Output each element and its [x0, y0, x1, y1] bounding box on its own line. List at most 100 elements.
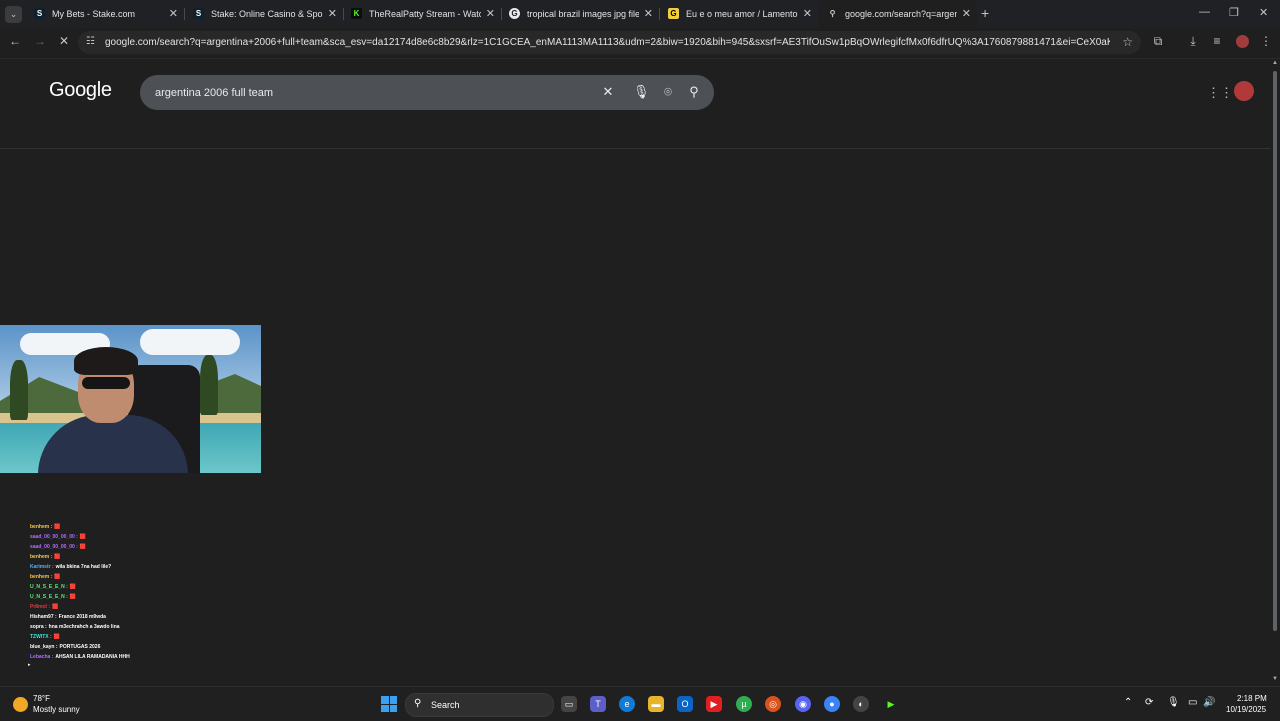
chat-cursor: ▸ — [28, 662, 31, 668]
chat-message: benhem : 🟥 — [30, 522, 250, 532]
search-input[interactable] — [153, 83, 587, 103]
account-avatar[interactable] — [1234, 81, 1254, 101]
forward-button[interactable]: → — [32, 34, 48, 48]
google-logo[interactable]: Google — [49, 79, 112, 102]
chat-username: Karimstr : — [30, 564, 54, 570]
google-favicon-icon: G — [509, 8, 520, 19]
chat-message: blue_kayn : PORTUGAS 2026 — [30, 642, 250, 652]
chat-text: 🟥 — [52, 604, 59, 610]
chat-message: U_N_S_E_E_N : 🟥 — [30, 592, 250, 602]
chat-username: benhem : — [30, 554, 53, 560]
stake-favicon-icon: S — [34, 8, 45, 19]
tab-title: My Bets - Stake.com — [52, 9, 136, 19]
tab-close-icon[interactable]: ✕ — [962, 7, 971, 20]
cloud — [140, 329, 240, 355]
stop-loading-button[interactable]: ✕ — [56, 34, 72, 48]
header-divider — [0, 148, 1270, 149]
streamer-sunglasses — [82, 377, 130, 389]
lens-search-icon[interactable]: ⌾ — [660, 84, 676, 100]
address-bar[interactable]: ☷ google.com/search?q=argentina+2006+ful… — [78, 31, 1141, 54]
tab-title: TheRealPatty Stream - Watch Li — [369, 9, 481, 19]
app-icon[interactable]: ◎ — [765, 696, 781, 712]
chat-text: PORTUGAS 2026 — [59, 644, 101, 650]
chat-text: wila bkina 7na had lile? — [55, 564, 112, 570]
chrome-icon[interactable]: ● — [824, 696, 840, 712]
chat-username: U_N_S_E_E_N : — [30, 594, 68, 600]
weather-temp[interactable]: 78°F — [33, 694, 50, 703]
taskbar-search[interactable]: ⚲ Search — [405, 693, 554, 717]
search-box[interactable]: ✕ 🎙 ⌾ ⚲ — [140, 75, 714, 110]
steam-icon[interactable]: ◐ — [853, 696, 869, 712]
tab-tropical-images[interactable]: G tropical brazil images jpg file - ✕ — [501, 0, 660, 28]
chat-username: blue_kayn : — [30, 644, 58, 650]
search-icon: ⚲ — [414, 698, 422, 709]
tab-close-icon[interactable]: ✕ — [644, 7, 653, 20]
search-icon[interactable]: ⚲ — [686, 84, 702, 100]
media-controls-icon[interactable]: ≡ — [1209, 34, 1225, 48]
utorrent-icon[interactable]: µ — [736, 696, 752, 712]
profile-avatar[interactable] — [1236, 35, 1249, 48]
weather-condition[interactable]: Mostly sunny — [33, 705, 80, 714]
download-icon[interactable]: ⤓ — [1185, 34, 1201, 49]
tab-search-chevron-icon[interactable]: ⌄ — [5, 6, 22, 23]
clock-date[interactable]: 10/19/2025 — [1226, 705, 1266, 714]
chat-username: saad_00_00_00_00 : — [30, 534, 78, 540]
chat-text: hna m3echrahch a 3awdo lina — [48, 624, 120, 630]
chat-text: 🟥 — [54, 574, 61, 580]
site-info-icon[interactable]: ☷ — [86, 36, 95, 47]
tab-stake-casino[interactable]: S Stake: Online Casino & Sports B ✕ — [185, 0, 344, 28]
show-hidden-icons-chevron-icon[interactable]: ⌃ — [1124, 697, 1132, 708]
scroll-down-icon[interactable]: ▼ — [1272, 676, 1278, 682]
scroll-up-icon[interactable]: ▲ — [1272, 60, 1278, 66]
chat-message: Lebacha : AHSAN LILA RAMADANIA HHH — [30, 652, 250, 662]
tab-title: Eu e o meu amor / Lamento do — [686, 9, 798, 19]
tab-kick-stream[interactable]: K TheRealPatty Stream - Watch Li ✕ — [343, 0, 502, 28]
bookmark-star-icon[interactable]: ☆ — [1122, 35, 1133, 49]
kick-app-icon[interactable]: ▶ — [883, 696, 899, 712]
tab-title: tropical brazil images jpg file - — [527, 9, 639, 19]
chat-message: benhem : 🟥 — [30, 552, 250, 562]
discord-icon[interactable]: ◉ — [795, 696, 811, 712]
tab-close-icon[interactable]: ✕ — [169, 7, 178, 20]
streamer-hair — [74, 347, 138, 375]
sun-weather-icon[interactable] — [13, 697, 28, 712]
tab-my-bets[interactable]: S My Bets - Stake.com ✕ — [26, 0, 185, 28]
clear-search-icon[interactable]: ✕ — [600, 84, 616, 100]
chat-message: Karimstr : wila bkina 7na had lile? — [30, 562, 250, 572]
teams-icon[interactable]: T — [590, 696, 606, 712]
microphone-icon[interactable]: 🎙 — [1167, 697, 1180, 708]
task-view-icon[interactable]: ▭ — [561, 696, 577, 712]
voice-search-icon[interactable]: 🎙 — [633, 84, 650, 100]
outlook-icon[interactable]: O — [677, 696, 693, 712]
network-icon[interactable]: ▭ — [1188, 697, 1197, 708]
new-tab-button[interactable]: + — [981, 5, 989, 21]
sync-icon[interactable]: ⟳ — [1145, 697, 1153, 708]
clock-time[interactable]: 2:18 PM — [1237, 694, 1267, 703]
page-scrollbar[interactable]: ▲ ▼ — [1270, 59, 1280, 686]
menu-kebab-icon[interactable]: ⋮ — [1258, 34, 1274, 48]
kick-favicon-icon: K — [351, 8, 362, 19]
tab-close-icon[interactable]: ✕ — [486, 7, 495, 20]
tab-close-icon[interactable]: ✕ — [803, 7, 812, 20]
tab-lyrics[interactable]: G Eu e o meu amor / Lamento do ✕ — [660, 0, 818, 28]
volume-icon[interactable]: 🔊 — [1203, 697, 1215, 708]
edge-icon[interactable]: e — [619, 696, 635, 712]
chat-message: saad_00_00_00_00 : 🟥 — [30, 542, 250, 552]
tab-close-icon[interactable]: ✕ — [328, 7, 337, 20]
chat-message: Hisham97 : France 2018 m9wda — [30, 612, 250, 622]
minimize-button[interactable]: — — [1199, 6, 1210, 18]
back-button[interactable]: ← — [7, 34, 23, 48]
file-explorer-icon[interactable]: ▬ — [648, 696, 664, 712]
chat-text: France 2018 m9wda — [58, 614, 106, 620]
close-window-button[interactable]: ✕ — [1259, 6, 1268, 19]
tab-google-search-active[interactable]: ⚲ google.com/search?q=argentin ✕ — [819, 0, 977, 28]
maximize-button[interactable]: ❐ — [1229, 6, 1239, 19]
windows-start-icon[interactable] — [381, 696, 397, 712]
youtube-icon[interactable]: ▶ — [706, 696, 722, 712]
chat-username: Hisham97 : — [30, 614, 57, 620]
chat-username: sopra : — [30, 624, 47, 630]
extensions-icon[interactable]: ⧉ — [1150, 34, 1166, 49]
chat-message: Pr8mnl : 🟥 — [30, 602, 250, 612]
scrollbar-thumb[interactable] — [1273, 71, 1277, 631]
url-text[interactable]: google.com/search?q=argentina+2006+full+… — [105, 37, 1110, 48]
